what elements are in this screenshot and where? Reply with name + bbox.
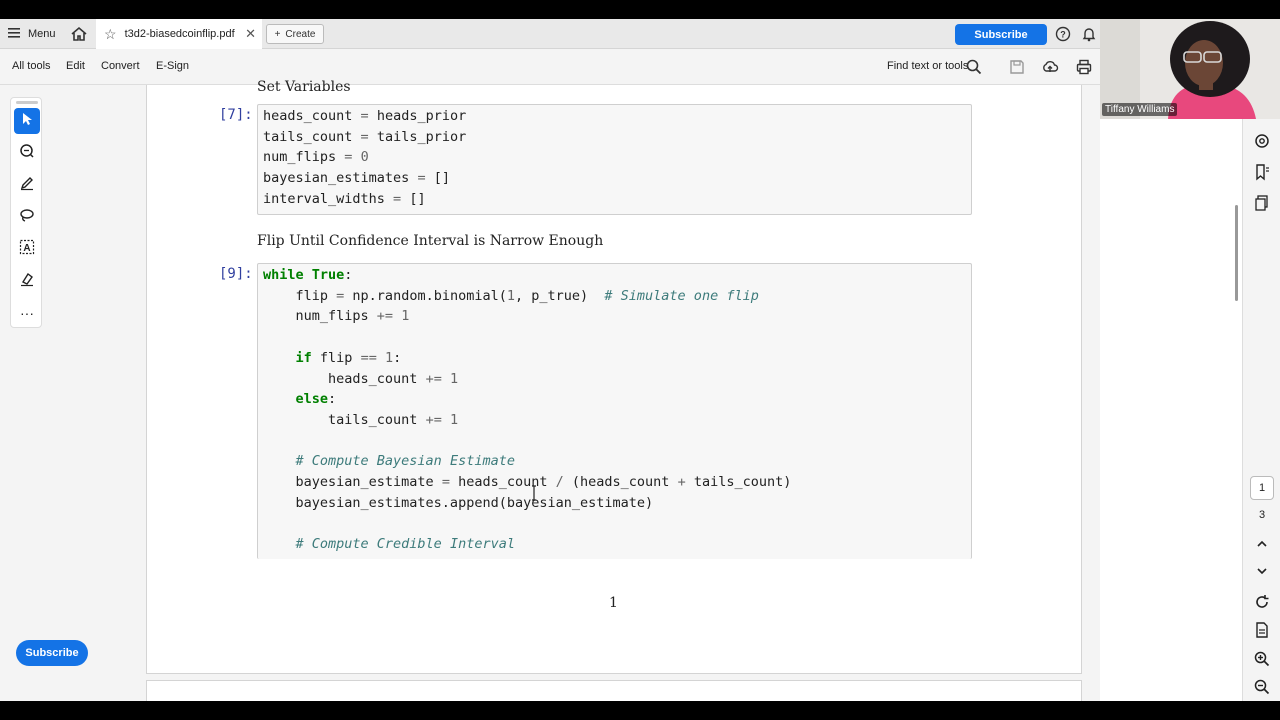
print-icon[interactable] <box>1075 58 1093 76</box>
vertical-scrollbar[interactable] <box>1235 205 1238 301</box>
document-tab-title: t3d2-biasedcoinflip.pdf <box>124 28 235 40</box>
presenter-name: Tiffany Williams <box>1102 103 1178 116</box>
tab-bar: Menu ☆ t3d2-biasedcoinflip.pdf ✕ + Creat… <box>0 19 1100 49</box>
toolbar: All tools Edit Convert E-Sign Find text … <box>0 49 1100 85</box>
section-heading-flip: Flip Until Confidence Interval is Narrow… <box>257 233 604 249</box>
refresh-icon[interactable] <box>1253 593 1271 611</box>
page-number: 1 <box>609 595 618 611</box>
cloud-upload-icon[interactable] <box>1041 58 1059 76</box>
rail-grip[interactable] <box>16 101 38 104</box>
cell-prompt: [9]: <box>219 266 253 282</box>
esign-button[interactable]: E-Sign <box>156 60 189 72</box>
pdf-page-next <box>146 680 1082 701</box>
svg-text:?: ? <box>1060 30 1066 40</box>
zoom-in-icon[interactable] <box>1253 650 1271 668</box>
menu-label: Menu <box>28 28 56 40</box>
more-tools-button[interactable]: ··· <box>14 300 40 326</box>
acrobat-window: Menu ☆ t3d2-biasedcoinflip.pdf ✕ + Creat… <box>0 19 1100 701</box>
plus-icon: + <box>274 28 281 40</box>
hamburger-icon <box>8 27 20 41</box>
right-tool-rail: 1 3 <box>1242 119 1280 701</box>
code-block: heads_count = heads_prior tails_count = … <box>263 108 467 207</box>
find-text-button[interactable]: Find text or tools <box>887 60 968 72</box>
pen-icon <box>19 175 35 196</box>
cursor-arrow-icon <box>20 112 34 131</box>
search-icon[interactable] <box>965 58 983 76</box>
code-cell: heads_count = heads_prior tails_count = … <box>257 104 972 215</box>
text-select-icon: A <box>19 239 35 260</box>
text-cursor-icon <box>531 485 536 501</box>
page-number-input[interactable]: 1 <box>1250 476 1274 500</box>
bell-icon[interactable] <box>1081 26 1097 42</box>
ai-assistant-icon[interactable] <box>1253 132 1271 150</box>
text-recognition-button[interactable]: A <box>14 236 40 262</box>
zoom-out-icon[interactable] <box>1253 678 1271 696</box>
pages-icon[interactable] <box>1253 194 1271 212</box>
save-icon[interactable] <box>1008 58 1026 76</box>
sign-pen-icon <box>19 271 35 292</box>
select-tool-button[interactable] <box>14 108 40 134</box>
all-tools-button[interactable]: All tools <box>12 60 51 72</box>
lasso-tool-button[interactable] <box>14 204 40 230</box>
code-cell: while True: flip = np.random.binomial(1,… <box>257 263 972 559</box>
fill-sign-button[interactable] <box>14 268 40 294</box>
bottom-black-bar <box>0 701 1280 720</box>
help-icon[interactable]: ? <box>1055 26 1071 42</box>
section-heading-set-variables: Set Variables <box>257 79 351 95</box>
star-icon[interactable]: ☆ <box>104 26 117 43</box>
document-tab[interactable]: ☆ t3d2-biasedcoinflip.pdf ✕ <box>96 19 262 49</box>
convert-button[interactable]: Convert <box>101 60 140 72</box>
subscribe-pill-button[interactable]: Subscribe <box>16 640 88 666</box>
page-total: 3 <box>1258 509 1266 521</box>
svg-text:A: A <box>23 243 30 254</box>
create-button[interactable]: + Create <box>266 24 324 44</box>
bookmark-icon[interactable] <box>1253 163 1271 181</box>
document-icon[interactable] <box>1253 621 1271 639</box>
create-label: Create <box>285 28 316 40</box>
comment-icon <box>19 143 35 164</box>
close-icon[interactable]: ✕ <box>245 26 256 42</box>
lasso-icon <box>19 207 35 228</box>
pdf-page: Set Variables [7]: heads_count = heads_p… <box>146 79 1082 674</box>
code-block: while True: flip = np.random.binomial(1,… <box>263 267 792 553</box>
chevron-down-icon[interactable] <box>1253 562 1271 580</box>
comment-tool-button[interactable] <box>14 140 40 166</box>
menu-button[interactable]: Menu <box>8 19 56 49</box>
edit-button[interactable]: Edit <box>66 60 85 72</box>
chevron-up-icon[interactable] <box>1253 535 1271 553</box>
top-black-bar <box>0 0 1280 19</box>
draw-tool-button[interactable] <box>14 172 40 198</box>
more-icon: ··· <box>20 305 34 321</box>
home-icon[interactable] <box>70 25 88 43</box>
cell-prompt: [7]: <box>219 107 253 123</box>
subscribe-button[interactable]: Subscribe <box>955 24 1047 45</box>
right-blank-area <box>1100 119 1242 701</box>
left-tool-rail: A ··· <box>10 97 42 328</box>
